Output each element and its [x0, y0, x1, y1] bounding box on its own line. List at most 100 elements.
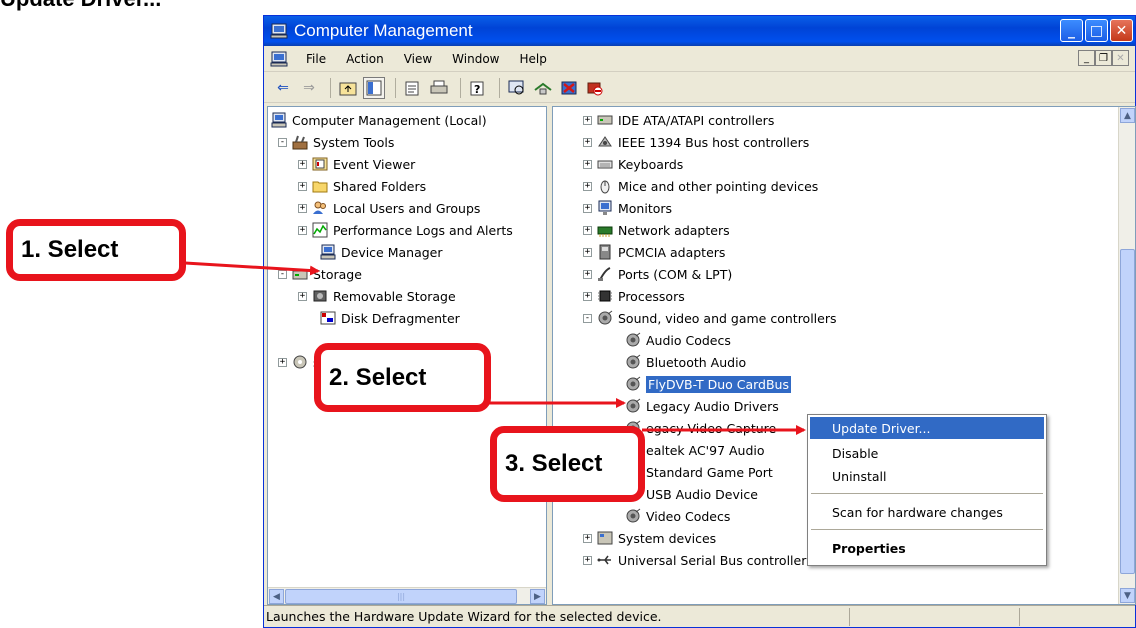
expand-icon[interactable]: +: [583, 115, 592, 125]
left-tree-row-3[interactable]: + Shared Folders: [298, 175, 426, 197]
expand-icon[interactable]: +: [278, 357, 287, 367]
menu-item-update-driver[interactable]: Update Driver...: [810, 417, 1044, 439]
menu-item-disable[interactable]: Disable: [810, 442, 1044, 464]
tree-item-label: Ports (COM & LPT): [618, 266, 733, 282]
scroll-thumb[interactable]: [1120, 249, 1135, 574]
expand-icon[interactable]: +: [583, 269, 592, 279]
mdi-restore-button[interactable]: ❐: [1095, 50, 1112, 66]
uninstall-icon[interactable]: [558, 77, 580, 99]
tree-item-label: Sound, video and game controllers: [618, 310, 837, 326]
scroll-right-arrow-icon[interactable]: ▶: [530, 589, 545, 604]
vertical-scrollbar[interactable]: ▲ ▼: [1118, 107, 1135, 604]
expand-icon[interactable]: +: [583, 137, 592, 147]
maximize-button[interactable]: □: [1085, 19, 1108, 42]
expand-icon[interactable]: +: [583, 555, 592, 565]
collapse-icon[interactable]: -: [278, 137, 287, 147]
help-icon[interactable]: ?: [467, 77, 489, 99]
scroll-left-arrow-icon[interactable]: ◀: [269, 589, 284, 604]
scroll-up-arrow-icon[interactable]: ▲: [1120, 108, 1135, 123]
device-tree-row-7[interactable]: + Ports (COM & LPT): [583, 263, 732, 285]
page-heading: Update Driver...: [0, 0, 161, 12]
mdi-close-button[interactable]: ✕: [1112, 50, 1129, 66]
tree-item-label: Shared Folders: [333, 178, 427, 194]
left-tree-row-1[interactable]: - System Tools: [278, 131, 394, 153]
device-manager-icon: [320, 244, 336, 260]
expand-icon[interactable]: +: [298, 291, 307, 301]
device-tree-row-16[interactable]: Standard Game Port: [625, 461, 773, 483]
scroll-thumb[interactable]: |||: [285, 589, 517, 604]
device-tree-row-4[interactable]: + Monitors: [583, 197, 672, 219]
expand-icon[interactable]: +: [583, 181, 592, 191]
left-tree-row-4[interactable]: + Local Users and Groups: [298, 197, 480, 219]
device-tree-row-1[interactable]: + IEEE 1394 Bus host controllers: [583, 131, 809, 153]
device-tree-row-19[interactable]: + System devices: [583, 527, 716, 549]
sound-icon: [598, 310, 613, 325]
port-icon: [598, 267, 611, 281]
expand-icon[interactable]: +: [583, 225, 592, 235]
menu-file[interactable]: File: [296, 52, 336, 66]
expand-icon[interactable]: +: [583, 203, 592, 213]
expand-icon[interactable]: +: [298, 159, 307, 169]
device-tree-row-2[interactable]: + Keyboards: [583, 153, 683, 175]
mdi-minimize-button[interactable]: _: [1078, 50, 1095, 66]
left-tree-row-9[interactable]: Disk Defragmenter: [320, 307, 460, 329]
expand-icon[interactable]: +: [583, 247, 592, 257]
device-tree-row-6[interactable]: + PCMCIA adapters: [583, 241, 725, 263]
left-tree-row-5[interactable]: + Performance Logs and Alerts: [298, 219, 513, 241]
device-tree-row-0[interactable]: + IDE ATA/ATAPI controllers: [583, 109, 774, 131]
left-tree-row-7[interactable]: - Storage: [278, 263, 362, 285]
collapse-icon[interactable]: -: [583, 313, 592, 323]
device-tree-row-3[interactable]: + Mice and other pointing devices: [583, 175, 818, 197]
horizontal-scrollbar[interactable]: ◀ ||| ▶: [268, 587, 546, 604]
expand-icon[interactable]: +: [583, 291, 592, 301]
disable-icon[interactable]: [584, 77, 606, 99]
scroll-down-arrow-icon[interactable]: ▼: [1120, 588, 1135, 603]
device-tree-row-14[interactable]: egacy Video Capture: [625, 417, 776, 439]
menu-bar: File Action View Window Help _ ❐ ✕: [264, 46, 1135, 72]
device-tree-row-5[interactable]: + Network adapters: [583, 219, 730, 241]
collapse-icon[interactable]: -: [278, 269, 287, 279]
expand-icon[interactable]: +: [298, 203, 307, 213]
expand-icon[interactable]: +: [583, 533, 592, 543]
device-tree-row-9[interactable]: - Sound, video and game controllers: [583, 307, 837, 329]
device-tree-row-12[interactable]: FlyDVB-T Duo CardBus: [625, 373, 791, 395]
tree-item-label: Universal Serial Bus controllers: [618, 552, 813, 568]
left-tree-row-8[interactable]: + Removable Storage: [298, 285, 456, 307]
up-folder-icon[interactable]: [337, 77, 359, 99]
properties-icon[interactable]: [402, 77, 424, 99]
back-arrow-icon[interactable]: ⇐: [272, 77, 294, 99]
menu-view[interactable]: View: [394, 52, 442, 66]
device-tree-row-10[interactable]: Audio Codecs: [625, 329, 731, 351]
left-tree-row-6[interactable]: Device Manager: [320, 241, 443, 263]
menu-action[interactable]: Action: [336, 52, 394, 66]
left-tree-row-0[interactable]: Computer Management (Local): [271, 109, 487, 131]
show-tree-icon[interactable]: [363, 76, 385, 99]
expand-icon[interactable]: +: [298, 225, 307, 235]
print-icon[interactable]: [428, 77, 450, 99]
device-tree-row-15[interactable]: ealtek AC'97 Audio: [625, 439, 765, 461]
tree-item-label: Bluetooth Audio: [646, 354, 747, 370]
menu-window[interactable]: Window: [442, 52, 509, 66]
update-driver-icon[interactable]: [532, 77, 554, 99]
keyboard-icon: [597, 160, 613, 169]
menu-item-scan-hardware[interactable]: Scan for hardware changes: [810, 501, 1044, 523]
menu-item-uninstall[interactable]: Uninstall: [810, 465, 1044, 487]
sound-icon: [626, 508, 641, 523]
device-tree-row-11[interactable]: Bluetooth Audio: [625, 351, 746, 373]
forward-arrow-icon[interactable]: ⇒: [298, 77, 320, 99]
device-tree-row-18[interactable]: Video Codecs: [625, 505, 730, 527]
left-tree-row-2[interactable]: + Event Viewer: [298, 153, 415, 175]
menu-item-properties[interactable]: Properties: [810, 537, 1044, 559]
usb-icon: [597, 555, 611, 565]
expand-icon[interactable]: +: [583, 159, 592, 169]
device-tree-row-8[interactable]: + Processors: [583, 285, 685, 307]
close-button[interactable]: ✕: [1110, 19, 1133, 42]
computer-icon[interactable]: [270, 51, 288, 67]
scan-hardware-icon[interactable]: [506, 77, 528, 99]
minimize-button[interactable]: _: [1060, 19, 1083, 42]
title-bar[interactable]: Computer Management _ □ ✕: [264, 16, 1135, 46]
expand-icon[interactable]: +: [298, 181, 307, 191]
menu-help[interactable]: Help: [510, 52, 557, 66]
device-tree-row-20[interactable]: + Universal Serial Bus controllers: [583, 549, 813, 571]
device-tree-row-13[interactable]: Legacy Audio Drivers: [625, 395, 779, 417]
